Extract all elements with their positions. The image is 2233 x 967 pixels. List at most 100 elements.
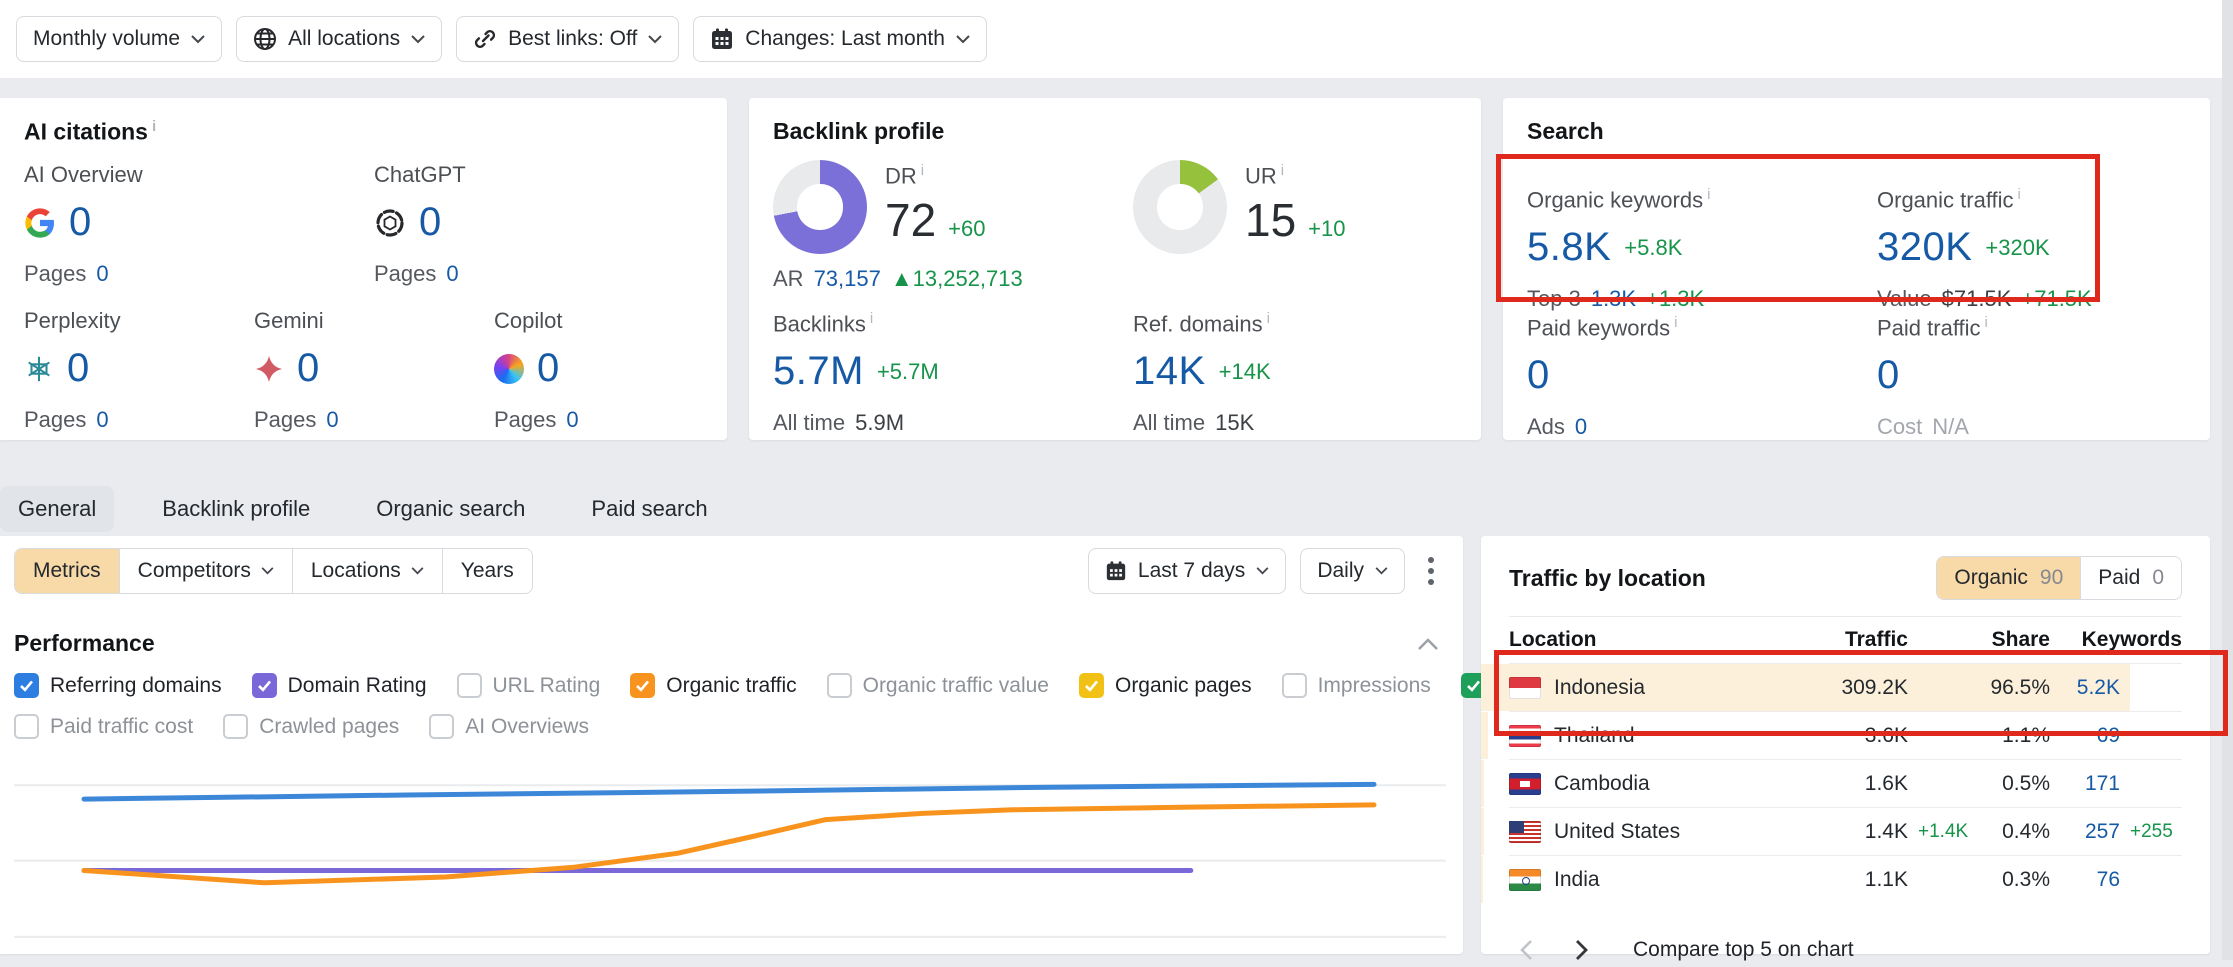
organic-keywords-value[interactable]: 5.8K [1527,225,1611,270]
checkbox-referring-domains[interactable]: Referring domains [14,673,222,698]
info-icon[interactable]: i [2018,186,2021,203]
checkbox-domain-rating[interactable]: Domain Rating [252,673,427,698]
chevron-down-icon [261,567,274,575]
info-icon[interactable]: i [1267,310,1270,327]
checkbox-box [223,714,248,739]
chatgpt-metric: ChatGPT 0 Pages0 [374,162,704,287]
ai-overview-metric: AI Overview 0 Pages0 [24,162,354,287]
keywords-link[interactable]: 69 [2050,724,2120,748]
table-row-thailand[interactable]: Thailand 3.6K 1.1% 69 [1509,711,2182,759]
more-options-kebab-icon[interactable] [1419,549,1443,593]
table-row-india[interactable]: India 1.1K 0.3% 76 [1509,855,2182,903]
checkbox-paid-traffic-cost[interactable]: Paid traffic cost [14,714,193,739]
monthly-volume-filter[interactable]: Monthly volume [16,16,222,62]
segment-competitors[interactable]: Competitors [119,549,292,593]
google-icon [24,207,56,239]
section-tabs: General Backlink profile Organic search … [0,486,726,532]
metric-checkbox-row-1: Referring domains Domain Rating URL Rati… [14,673,1443,698]
copilot-value: 0 [537,346,560,391]
toggle-paid[interactable]: Paid0 [2080,557,2181,599]
info-icon[interactable]: i [1985,314,1988,331]
checkbox-impressions[interactable]: Impressions [1282,673,1431,698]
chevron-down-icon [648,35,662,44]
ref-domains-value[interactable]: 14K [1133,349,1206,394]
segment-locations[interactable]: Locations [292,549,442,593]
date-range-button[interactable]: Last 7 days [1088,548,1286,594]
keywords-link[interactable]: 76 [2050,868,2120,892]
share-value: 0.4% [1966,820,2050,844]
best-links-filter[interactable]: Best links: Off [456,16,679,62]
performance-panel: Metrics Competitors Locations Years Last… [0,536,1463,954]
checkbox-url-rating[interactable]: URL Rating [457,673,601,698]
alltime-value: 5.9M [855,410,904,436]
pages-label: Pages [24,261,86,287]
info-icon[interactable]: i [921,162,924,179]
info-icon[interactable]: i [870,310,873,327]
ur-donut [1133,160,1227,254]
chevron-down-icon [956,35,970,44]
next-page-button[interactable] [1565,933,1599,967]
url-rating-block: URi 15+10 [1133,160,1346,254]
share-value: 0.5% [1966,772,2050,796]
top3-value[interactable]: 1.3K [1591,286,1636,312]
globe-icon [253,27,277,51]
share-bar [1481,808,1484,855]
previous-page-button[interactable] [1509,933,1543,967]
backlinks-value[interactable]: 5.7M [773,349,864,394]
traffic-value: 1.1K [1798,868,1908,892]
pages-value[interactable]: 0 [326,407,338,433]
table-row-indonesia[interactable]: Indonesia 309.2K 96.5% 5.2K [1509,663,2182,711]
tab-general[interactable]: General [0,486,114,532]
keywords-link[interactable]: 5.2K [2050,676,2120,700]
pages-label: Pages [24,407,86,433]
checkbox-organic-pages[interactable]: Organic pages [1079,673,1252,698]
table-row-united-states[interactable]: United States 1.4K +1.4K 0.4% 257 +255 [1509,807,2182,855]
segment-years[interactable]: Years [442,549,532,593]
checkbox-organic-traffic-value[interactable]: Organic traffic value [827,673,1049,698]
keywords-link[interactable]: 171 [2050,772,2120,796]
chevron-right-icon [1575,939,1589,961]
chevron-down-icon [411,567,424,575]
table-row-cambodia[interactable]: Cambodia 1.6K 0.5% 171 [1509,759,2182,807]
location-name: India [1554,868,1600,892]
info-icon[interactable]: i [152,118,156,135]
pages-value[interactable]: 0 [446,261,458,287]
toggle-organic[interactable]: Organic90 [1937,557,2080,599]
checkbox-crawled-pages[interactable]: Crawled pages [223,714,399,739]
collapse-section-button[interactable] [1413,633,1443,655]
organic-traffic-value[interactable]: 320K [1877,225,1972,270]
paid-keywords-value: 0 [1527,353,1550,398]
pages-label: Pages [374,261,436,287]
info-icon[interactable]: i [1674,314,1677,331]
info-icon[interactable]: i [1281,162,1284,179]
locations-filter[interactable]: All locations [236,16,442,62]
checkbox-ai-overviews[interactable]: AI Overviews [429,714,589,739]
changes-filter[interactable]: Changes: Last month [693,16,987,62]
tab-organic-search[interactable]: Organic search [358,486,543,532]
share-bar [1481,712,1488,759]
tab-backlink-profile[interactable]: Backlink profile [144,486,328,532]
checkbox-organic-traffic[interactable]: Organic traffic [630,673,796,698]
ar-value[interactable]: 73,157 [814,266,881,292]
scrollbar[interactable] [2222,0,2233,960]
pages-value[interactable]: 0 [96,261,108,287]
perplexity-icon [24,354,54,384]
keywords-link[interactable]: 257 [2050,820,2120,844]
granularity-button[interactable]: Daily [1300,548,1405,594]
info-icon[interactable]: i [1707,186,1710,203]
location-name: Cambodia [1554,772,1650,796]
ads-value[interactable]: 0 [1575,414,1587,440]
traffic-value: 3.6K [1798,724,1908,748]
paid-count: 0 [2152,566,2164,590]
tab-paid-search[interactable]: Paid search [573,486,725,532]
pages-value[interactable]: 0 [96,407,108,433]
pages-value[interactable]: 0 [566,407,578,433]
col-location: Location [1509,628,1798,652]
performance-chart[interactable] [14,773,1443,950]
copilot-icon [494,354,524,384]
changes-label: Changes: Last month [745,27,945,51]
performance-header: Performance [14,630,1443,657]
up-triangle-icon: ▲ [891,266,913,291]
segment-metrics[interactable]: Metrics [15,549,119,593]
chevron-left-icon [1519,939,1533,961]
